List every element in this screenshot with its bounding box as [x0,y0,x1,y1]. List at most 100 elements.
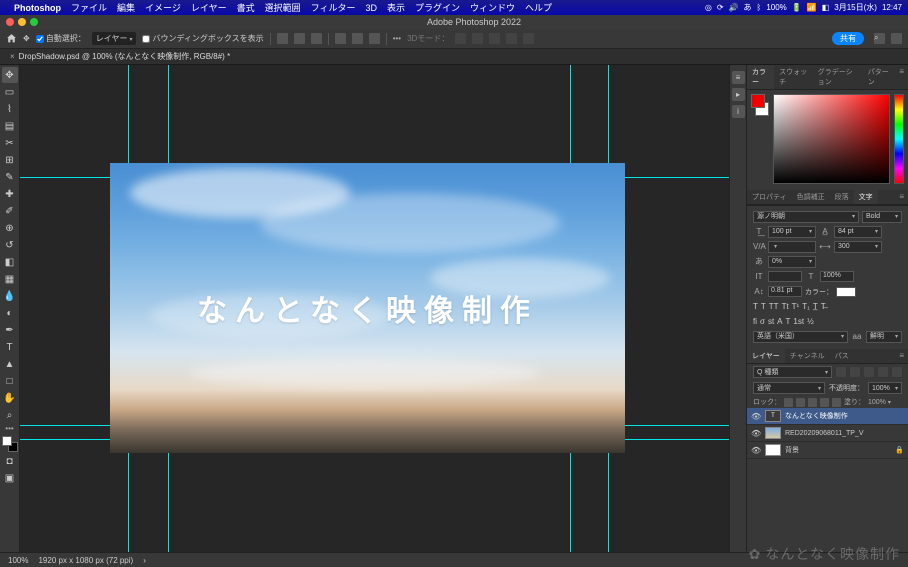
layer-thumb-type[interactable]: T [765,410,781,422]
zoom-window-button[interactable] [30,18,38,26]
actions-panel-icon[interactable]: ▸ [732,88,745,101]
pen-tool[interactable]: ✒ [2,322,18,338]
align-right-icon[interactable] [311,33,322,44]
allcaps-button[interactable]: TT [769,302,779,311]
align-center-v-icon[interactable] [352,33,363,44]
filter-shape-icon[interactable] [878,367,888,377]
layer-thumb-bg[interactable] [765,444,781,456]
layer-row[interactable]: 👁 RED20209068011_TP_V [747,425,908,442]
menu-help[interactable]: ヘルプ [525,1,552,14]
status-ime[interactable]: あ [744,2,752,13]
status-volume-icon[interactable]: 🔊 [729,3,739,12]
edit-toolbar-button[interactable]: ••• [5,424,13,433]
menu-select[interactable]: 選択範囲 [265,1,301,14]
layer-row[interactable]: 👁 背景 🔒 [747,442,908,459]
color-swatches[interactable] [2,436,18,452]
tab-properties[interactable]: プロパティ [747,190,792,204]
superscript-button[interactable]: T¹ [792,302,800,311]
menu-view[interactable]: 表示 [387,1,405,14]
color-fg-swatch[interactable] [751,94,765,108]
status-chevron-icon[interactable]: › [143,556,146,565]
baseline-input[interactable]: 0.81 pt [768,286,802,297]
aa-select[interactable]: 鮮明 [866,331,902,343]
quick-mask-tool[interactable]: ◘ [2,453,18,469]
hscale-input[interactable]: 100% [820,271,854,282]
color-panel-menu[interactable]: ≡ [895,65,908,89]
fill-input[interactable]: 100% [868,399,902,406]
menu-edit[interactable]: 編集 [117,1,135,14]
info-panel-icon[interactable]: i [732,105,745,118]
menu-plugins[interactable]: プラグイン [415,1,460,14]
lang-select[interactable]: 英語（米国） [753,331,848,343]
menu-layer[interactable]: レイヤー [191,1,227,14]
ot-fi-button[interactable]: fi [753,317,757,326]
align-center-h-icon[interactable] [294,33,305,44]
layer-name[interactable]: なんとなく映像制作 [785,411,904,421]
filter-pixel-icon[interactable] [836,367,846,377]
history-panel-icon[interactable]: ≡ [732,71,745,84]
doc-tab[interactable]: × DropShadow.psd @ 100% (なんとなく映像制作, RGB/… [4,49,236,64]
move-tool[interactable]: ✥ [2,67,18,83]
type-tool[interactable]: T [2,339,18,355]
workspace-icon[interactable] [891,33,902,44]
status-battery[interactable]: 100% [766,3,786,12]
close-window-button[interactable] [6,18,14,26]
object-select-tool[interactable]: ▤ [2,118,18,134]
lasso-tool[interactable]: ⌇ [2,101,18,117]
tracking-input[interactable]: 300 [834,241,882,253]
visibility-toggle[interactable]: 👁 [751,429,761,438]
ot-half-button[interactable]: ½ [807,317,814,326]
hand-tool[interactable]: ✋ [2,390,18,406]
canvas-text[interactable]: なんとなく映像制作 [197,286,538,330]
visibility-toggle[interactable]: 👁 [751,446,761,455]
layer-filter-select[interactable]: Q 種類 [753,366,832,378]
align-bottom-icon[interactable] [369,33,380,44]
blend-mode-select[interactable]: 通常 [753,382,825,394]
opacity-input[interactable]: 100% [868,382,902,394]
bbox-checkbox[interactable]: バウンディングボックスを表示 [142,33,263,44]
lock-all-icon[interactable] [832,398,841,407]
gradient-tool[interactable]: ▦ [2,271,18,287]
filter-type-icon[interactable] [864,367,874,377]
crop-tool[interactable]: ✂ [2,135,18,151]
auto-select-checkbox[interactable]: 自動選択： [36,33,86,44]
leading-input[interactable]: 84 pt [834,226,882,238]
path-select-tool[interactable]: ▲ [2,356,18,372]
tab-layers[interactable]: レイヤー [747,349,785,363]
menu-image[interactable]: イメージ [145,1,181,14]
close-tab-icon[interactable]: × [10,52,15,61]
more-align-icon[interactable]: ••• [393,34,401,43]
status-control-icon[interactable]: ◧ [822,3,830,12]
status-battery-icon[interactable]: 🔋 [792,3,802,12]
menu-type[interactable]: 書式 [237,1,255,14]
layers-panel-menu[interactable]: ≡ [895,349,908,363]
history-brush-tool[interactable]: ↺ [2,237,18,253]
subscript-button[interactable]: T₁ [802,302,810,311]
home-icon[interactable] [6,33,17,44]
menu-file[interactable]: ファイル [71,1,107,14]
font-weight-select[interactable]: Bold [862,211,902,223]
align-top-icon[interactable] [335,33,346,44]
auto-select-target-select[interactable]: レイヤー [92,32,137,45]
filter-adj-icon[interactable] [850,367,860,377]
color-picker[interactable] [773,94,890,184]
status-sync-icon[interactable]: ⟳ [717,3,724,12]
foreground-swatch[interactable] [2,436,12,446]
align-left-icon[interactable] [277,33,288,44]
ot-aa-button[interactable]: st [768,317,774,326]
ot-st-button[interactable]: σ [760,317,765,326]
search-icon[interactable]: ⌕ [874,33,885,44]
kerning-select[interactable] [768,241,816,253]
app-name[interactable]: Photoshop [14,3,61,13]
char-panel-menu[interactable]: ≡ [895,190,908,204]
bold-button[interactable]: T [753,302,758,311]
smallcaps-button[interactable]: Tt [782,302,789,311]
status-cc-icon[interactable]: ◎ [705,3,712,12]
blur-tool[interactable]: 💧 [2,288,18,304]
stamp-tool[interactable]: ⊕ [2,220,18,236]
filter-smart-icon[interactable] [892,367,902,377]
tab-swatches[interactable]: スウォッチ [774,65,813,89]
layer-row[interactable]: 👁 T なんとなく映像制作 [747,408,908,425]
zoom-level[interactable]: 100% [8,556,28,565]
shape-tool[interactable]: □ [2,373,18,389]
